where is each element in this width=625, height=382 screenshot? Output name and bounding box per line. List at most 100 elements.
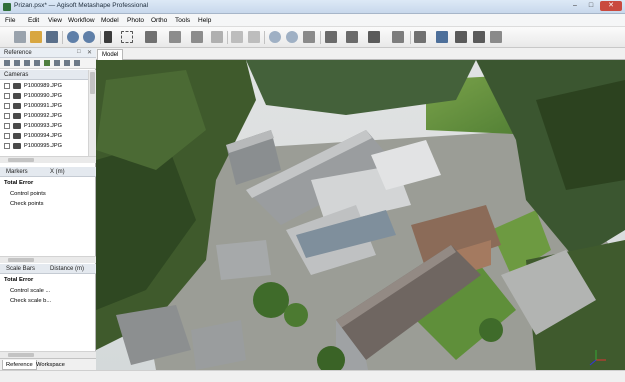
menu-view[interactable]: View — [48, 17, 62, 24]
menu-tools[interactable]: Tools — [175, 17, 190, 24]
menu-workflow[interactable]: Workflow — [68, 17, 95, 24]
close-button[interactable]: ✕ — [600, 1, 622, 11]
navigation-cursor-icon[interactable] — [104, 31, 112, 43]
cameras-hscrollbar[interactable] — [0, 156, 96, 163]
scalebars-control[interactable]: Control scale ... — [10, 288, 50, 294]
convert-reference-icon[interactable] — [24, 60, 30, 66]
move-view-icon[interactable] — [303, 31, 315, 43]
status-bar — [0, 370, 625, 382]
camera-checkbox[interactable] — [4, 93, 10, 99]
camera-checkbox[interactable] — [4, 83, 10, 89]
camera-icon — [13, 93, 21, 99]
solid-model-icon[interactable] — [392, 31, 404, 43]
menu-ortho[interactable]: Ortho — [151, 17, 167, 24]
undock-icon[interactable]: □ — [77, 49, 81, 55]
camera-checkbox[interactable] — [4, 113, 10, 119]
ruler-icon[interactable] — [211, 31, 223, 43]
show-markers-icon[interactable] — [455, 31, 467, 43]
model-viewport[interactable] — [96, 60, 625, 370]
scalebars-hscrollbar[interactable] — [0, 351, 96, 358]
rotate-object-icon[interactable] — [169, 31, 181, 43]
list-item[interactable]: P1000992.JPG — [4, 112, 88, 121]
camera-icon — [13, 83, 21, 89]
save-icon[interactable] — [46, 31, 58, 43]
draw-polyline-icon[interactable] — [191, 31, 203, 43]
export-reference-icon[interactable] — [14, 60, 20, 66]
reference-panel: Reference □ ✕ Cameras P1000989.JPG P1000… — [0, 48, 96, 370]
markers-total-error: Total Error — [4, 180, 34, 186]
markers-hscrollbar[interactable] — [0, 256, 96, 263]
scalebars-header[interactable]: Scale Bars Distance (m) — [0, 264, 96, 274]
list-item[interactable]: P1000990.JPG — [4, 92, 88, 101]
show-errors-icon[interactable] — [74, 60, 80, 66]
minimize-button[interactable]: – — [568, 1, 582, 11]
panel-title: Reference — [4, 50, 32, 56]
scalebars-check[interactable]: Check scale b... — [10, 298, 51, 304]
menu-file[interactable]: File — [5, 17, 15, 24]
reference-settings-icon[interactable] — [64, 60, 70, 66]
camera-checkbox[interactable] — [4, 103, 10, 109]
new-project-icon[interactable] — [14, 31, 26, 43]
reference-toolbar — [0, 58, 96, 69]
panel-tabs: Reference Workspace — [0, 358, 96, 370]
scroll-thumb[interactable] — [8, 258, 34, 262]
open-folder-icon[interactable] — [30, 31, 42, 43]
update-transform-icon[interactable] — [54, 60, 60, 66]
reference-panel-header: Reference □ ✕ — [0, 48, 96, 58]
tab-model[interactable]: Model — [97, 49, 124, 60]
rectangle-selection-icon[interactable] — [121, 31, 133, 43]
menu-help[interactable]: Help — [198, 17, 211, 24]
cameras-header[interactable]: Cameras — [0, 70, 96, 80]
markers-check-points[interactable]: Check points — [10, 201, 44, 207]
import-reference-icon[interactable] — [4, 60, 10, 66]
title-bar: Prizan.psx* — Agisoft Metashape Professi… — [0, 0, 625, 14]
zoom-out-icon[interactable] — [286, 31, 298, 43]
tab-workspace[interactable]: Workspace — [33, 360, 68, 370]
shaded-model-icon[interactable] — [368, 31, 380, 43]
resize-region-icon[interactable] — [145, 31, 157, 43]
camera-icon — [13, 103, 21, 109]
point-cloud-icon[interactable] — [325, 31, 337, 43]
panel-close-icon[interactable]: ✕ — [87, 49, 92, 56]
reference-view-icon[interactable] — [44, 60, 50, 66]
camera-icon — [13, 133, 21, 139]
main-toolbar — [0, 27, 625, 48]
camera-checkbox[interactable] — [4, 133, 10, 139]
list-item[interactable]: P1000989.JPG — [4, 82, 88, 91]
camera-icon — [13, 143, 21, 149]
scroll-thumb[interactable] — [8, 158, 34, 162]
app-icon — [3, 3, 11, 11]
crop-selection-icon[interactable] — [248, 31, 260, 43]
show-cameras-icon[interactable] — [414, 31, 426, 43]
scalebars-total-error: Total Error — [4, 277, 34, 283]
list-item[interactable]: P1000991.JPG — [4, 102, 88, 111]
menu-edit[interactable]: Edit — [28, 17, 39, 24]
menu-model[interactable]: Model — [101, 17, 119, 24]
scroll-thumb[interactable] — [90, 72, 95, 94]
list-item[interactable]: P1000993.JPG — [4, 122, 88, 131]
cameras-scrollbar[interactable] — [88, 70, 96, 156]
zoom-in-icon[interactable] — [269, 31, 281, 43]
reset-view-icon[interactable] — [490, 31, 502, 43]
3d-model-render[interactable] — [96, 60, 625, 370]
list-item[interactable]: P1000994.JPG — [4, 132, 88, 141]
maximize-button[interactable]: □ — [584, 1, 598, 11]
show-shapes-icon[interactable] — [473, 31, 485, 43]
list-item[interactable]: P1000995.JPG — [4, 142, 88, 151]
camera-checkbox[interactable] — [4, 143, 10, 149]
markers-header[interactable]: Markers X (m) — [0, 167, 96, 177]
dense-cloud-icon[interactable] — [346, 31, 358, 43]
camera-checkbox[interactable] — [4, 123, 10, 129]
redo-icon[interactable] — [83, 31, 95, 43]
show-aligned-chunks-icon[interactable] — [436, 31, 448, 43]
scroll-thumb[interactable] — [8, 353, 34, 357]
tab-reference[interactable]: Reference — [2, 360, 37, 370]
menu-photo[interactable]: Photo — [127, 17, 144, 24]
optimize-cameras-icon[interactable] — [34, 60, 40, 66]
markers-control-points[interactable]: Control points — [10, 191, 46, 197]
camera-icon — [13, 123, 21, 129]
undo-icon[interactable] — [67, 31, 79, 43]
window-title: Prizan.psx* — Agisoft Metashape Professi… — [14, 2, 149, 9]
delete-selection-icon[interactable] — [231, 31, 243, 43]
camera-icon — [13, 113, 21, 119]
